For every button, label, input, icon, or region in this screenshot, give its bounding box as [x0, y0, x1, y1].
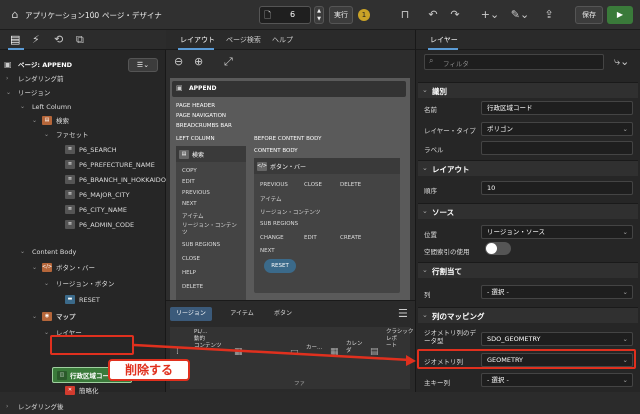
annotation-arrow [133, 343, 416, 366]
annotation-callout: 削除する [108, 359, 190, 381]
tree-label: レンダリング後 [18, 403, 64, 411]
tree-item-after-render[interactable]: › レンダリング後 [0, 400, 166, 414]
